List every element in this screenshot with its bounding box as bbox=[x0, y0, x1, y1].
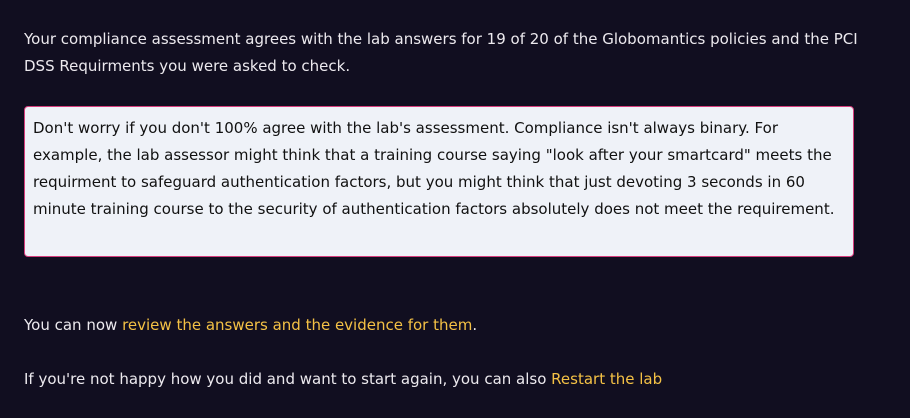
restart-lab-line: If you're not happy how you did and want… bbox=[24, 366, 662, 393]
review-answers-link[interactable]: review the answers and the evidence for … bbox=[122, 316, 472, 334]
review-answers-line: You can now review the answers and the e… bbox=[24, 312, 477, 339]
assessment-notice-text: Don't worry if you don't 100% agree with… bbox=[33, 119, 835, 218]
restart-lab-link[interactable]: Restart the lab bbox=[551, 370, 662, 388]
review-prefix-text: You can now bbox=[24, 316, 123, 334]
compliance-summary: Your compliance assessment agrees with t… bbox=[24, 30, 858, 75]
assessment-notice-box: Don't worry if you don't 100% agree with… bbox=[24, 106, 854, 257]
restart-prefix-text: If you're not happy how you did and want… bbox=[24, 370, 552, 388]
review-suffix-text: . bbox=[472, 316, 478, 334]
